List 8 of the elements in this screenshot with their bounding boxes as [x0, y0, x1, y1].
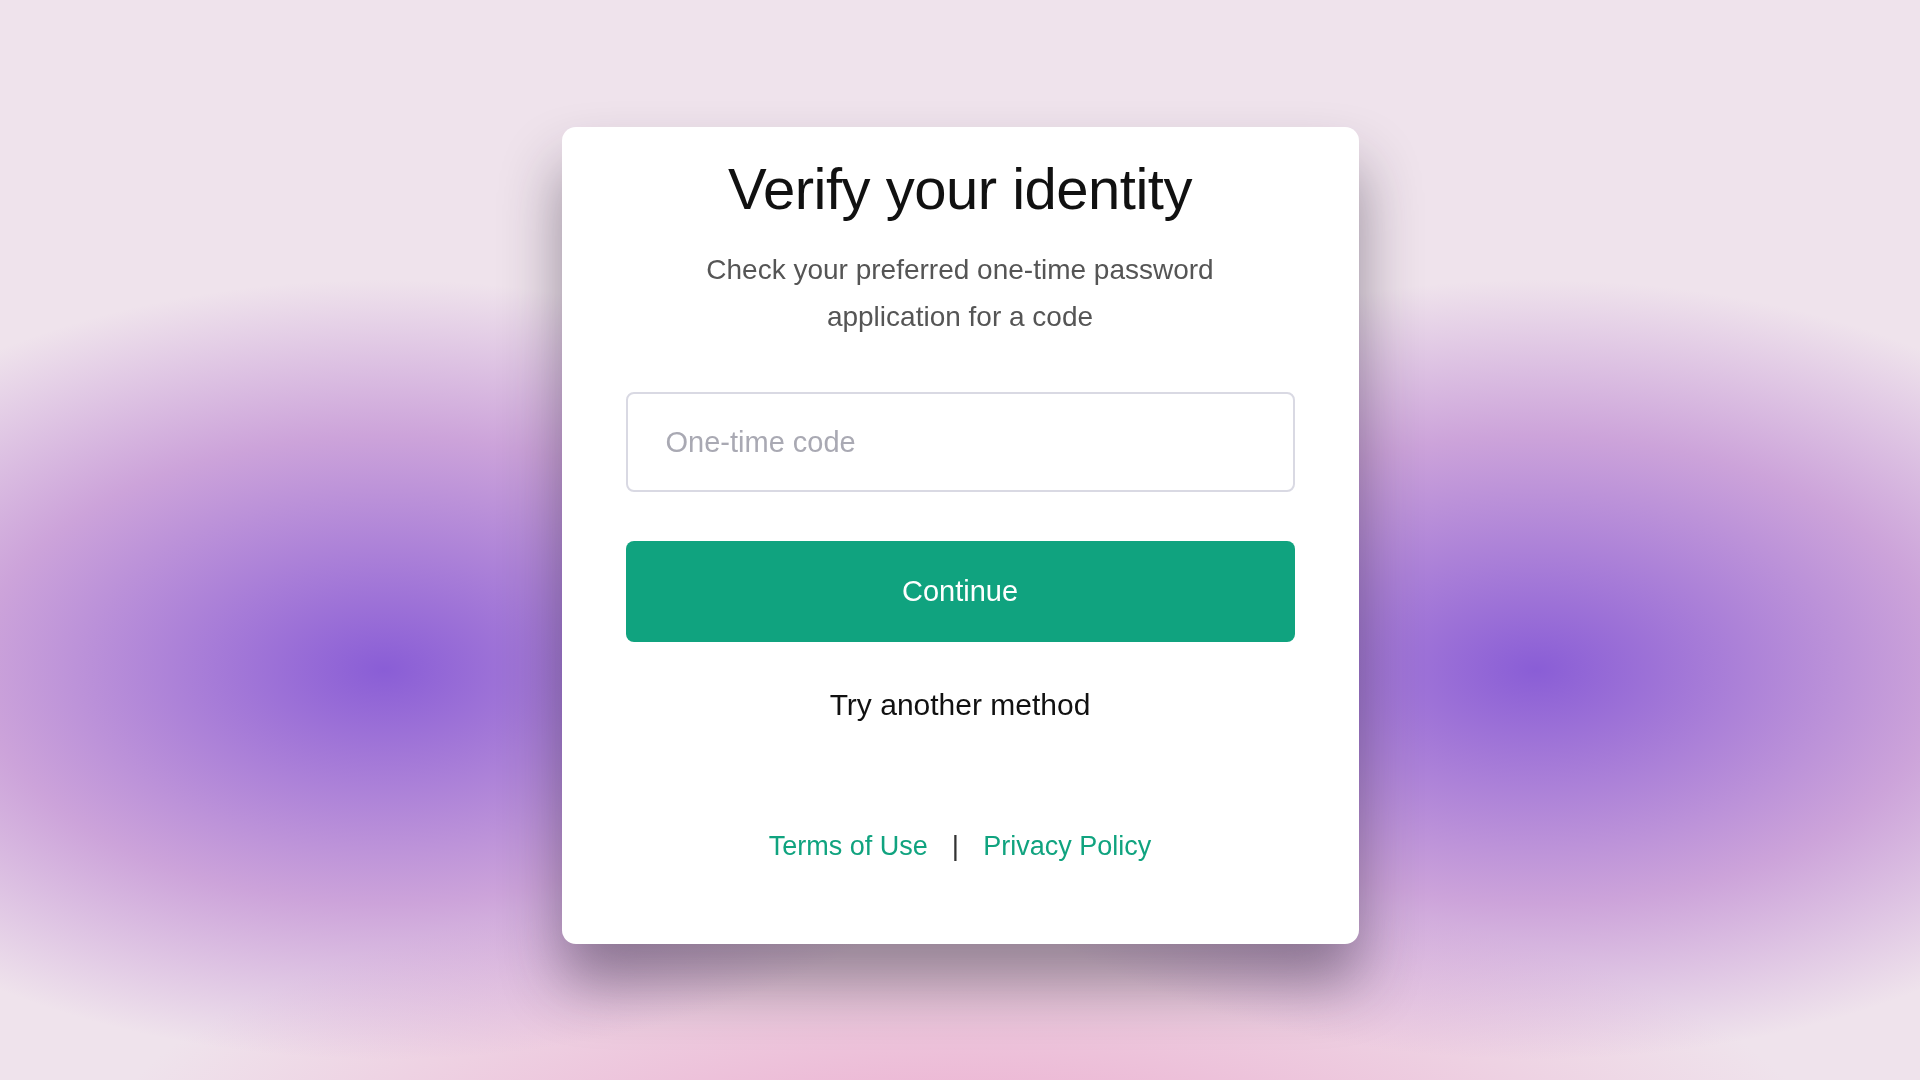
link-separator: | — [951, 830, 960, 862]
try-another-method-link[interactable]: Try another method — [829, 688, 1091, 722]
footer-link[interactable]: Privacy Policy — [983, 830, 1152, 862]
dialog-title: Verify your identity — [728, 155, 1192, 222]
continue-button[interactable]: Continue — [625, 541, 1295, 642]
footer-link[interactable]: Terms of Use — [768, 830, 928, 862]
code-input-field[interactable]: One-time code — [625, 392, 1295, 492]
dialog-subtitle: Check your preferred one-time password application for a code — [705, 253, 1215, 334]
